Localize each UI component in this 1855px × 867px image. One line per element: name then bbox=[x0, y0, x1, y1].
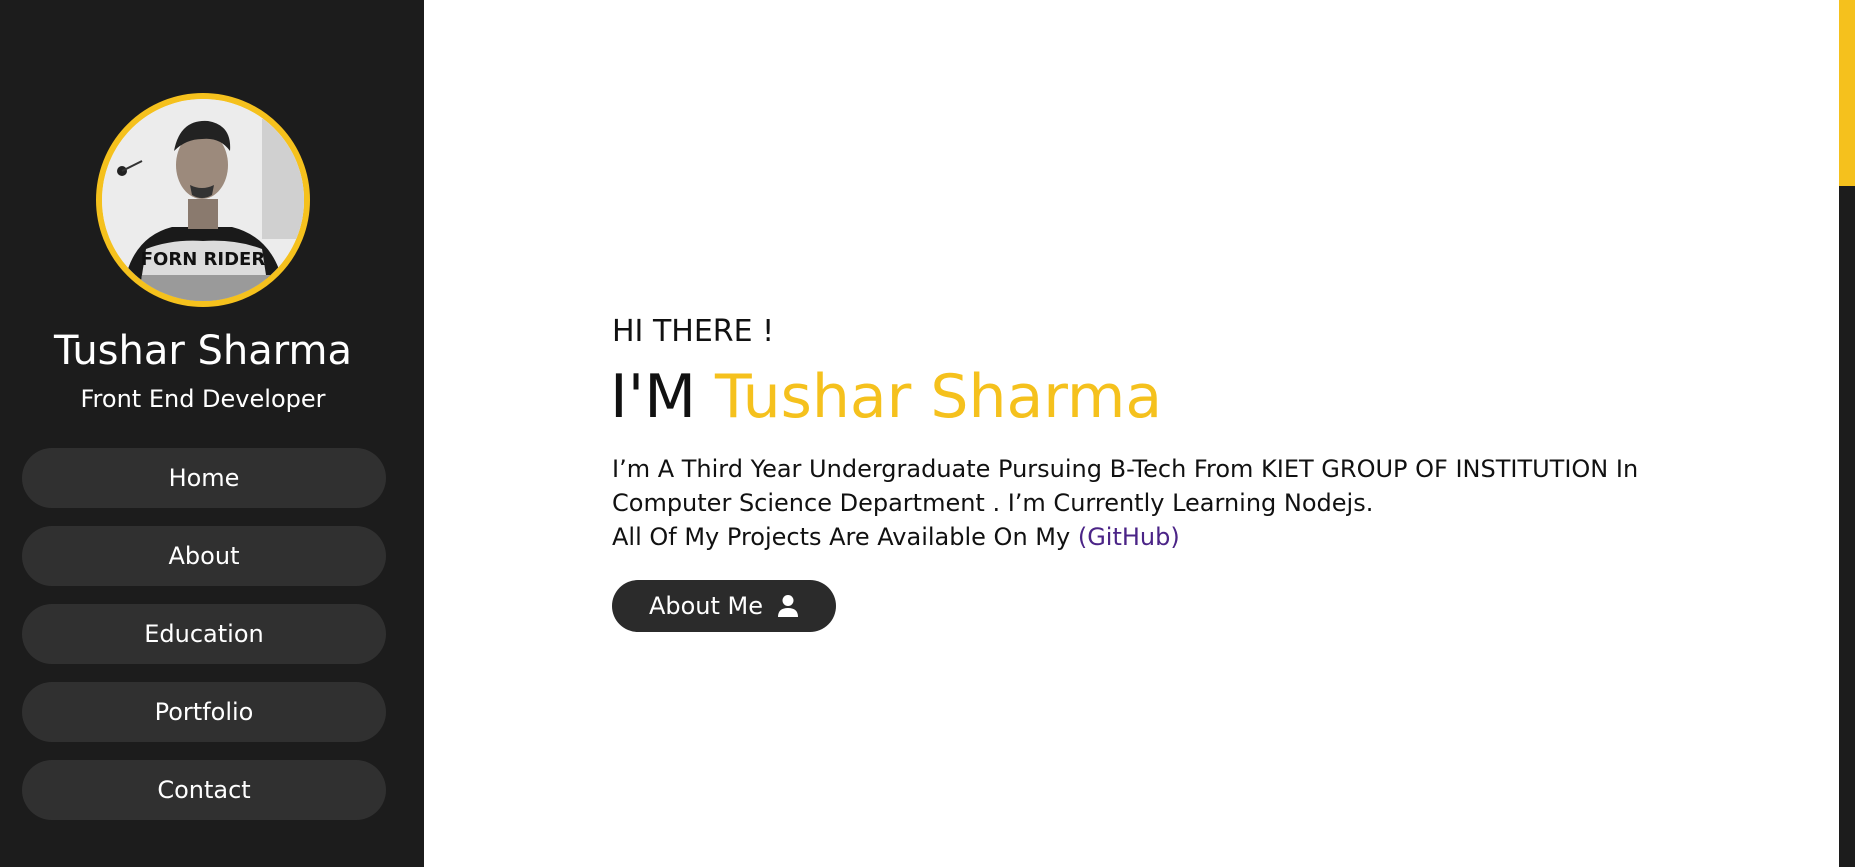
nav-item-education[interactable]: Education bbox=[22, 604, 386, 664]
scrollbar[interactable] bbox=[1835, 0, 1855, 867]
nav-item-about[interactable]: About bbox=[22, 526, 386, 586]
avatar: FORN RIDER bbox=[96, 93, 310, 307]
headline-prefix: I'M bbox=[610, 362, 716, 432]
nav-item-contact[interactable]: Contact bbox=[22, 760, 386, 820]
about-me-button[interactable]: About Me bbox=[612, 580, 836, 632]
sidebar-nav: Home About Education Portfolio Contact bbox=[22, 448, 386, 838]
bio-line-2: All Of My Projects Are Available On My (… bbox=[612, 520, 1662, 554]
headline: I'M Tushar Sharma bbox=[610, 360, 1162, 434]
hero-section: HI THERE ! I'M Tushar Sharma I’m A Third… bbox=[424, 0, 1835, 867]
sidebar: FORN RIDER Tushar Sharma Front End Devel… bbox=[0, 0, 424, 867]
bio-line-1: I’m A Third Year Undergraduate Pursuing … bbox=[612, 455, 1639, 517]
nav-item-home[interactable]: Home bbox=[22, 448, 386, 508]
bio-projects-text: All Of My Projects Are Available On My bbox=[612, 523, 1078, 551]
scrollbar-track[interactable] bbox=[1839, 0, 1855, 867]
bio: I’m A Third Year Undergraduate Pursuing … bbox=[612, 452, 1662, 554]
profile-name: Tushar Sharma bbox=[53, 328, 353, 374]
headline-name: Tushar Sharma bbox=[715, 362, 1163, 432]
about-me-label: About Me bbox=[648, 592, 764, 620]
github-link[interactable]: (GitHub) bbox=[1078, 523, 1180, 551]
shirt-print: FORN RIDER bbox=[141, 249, 266, 270]
profile-role: Front End Developer bbox=[80, 385, 326, 413]
scrollbar-thumb[interactable] bbox=[1839, 0, 1855, 186]
user-icon bbox=[778, 595, 799, 617]
page: FORN RIDER Tushar Sharma Front End Devel… bbox=[0, 0, 1855, 867]
profile-photo: FORN RIDER bbox=[102, 99, 304, 301]
greeting: HI THERE ! bbox=[612, 314, 775, 349]
nav-item-portfolio[interactable]: Portfolio bbox=[22, 682, 386, 742]
